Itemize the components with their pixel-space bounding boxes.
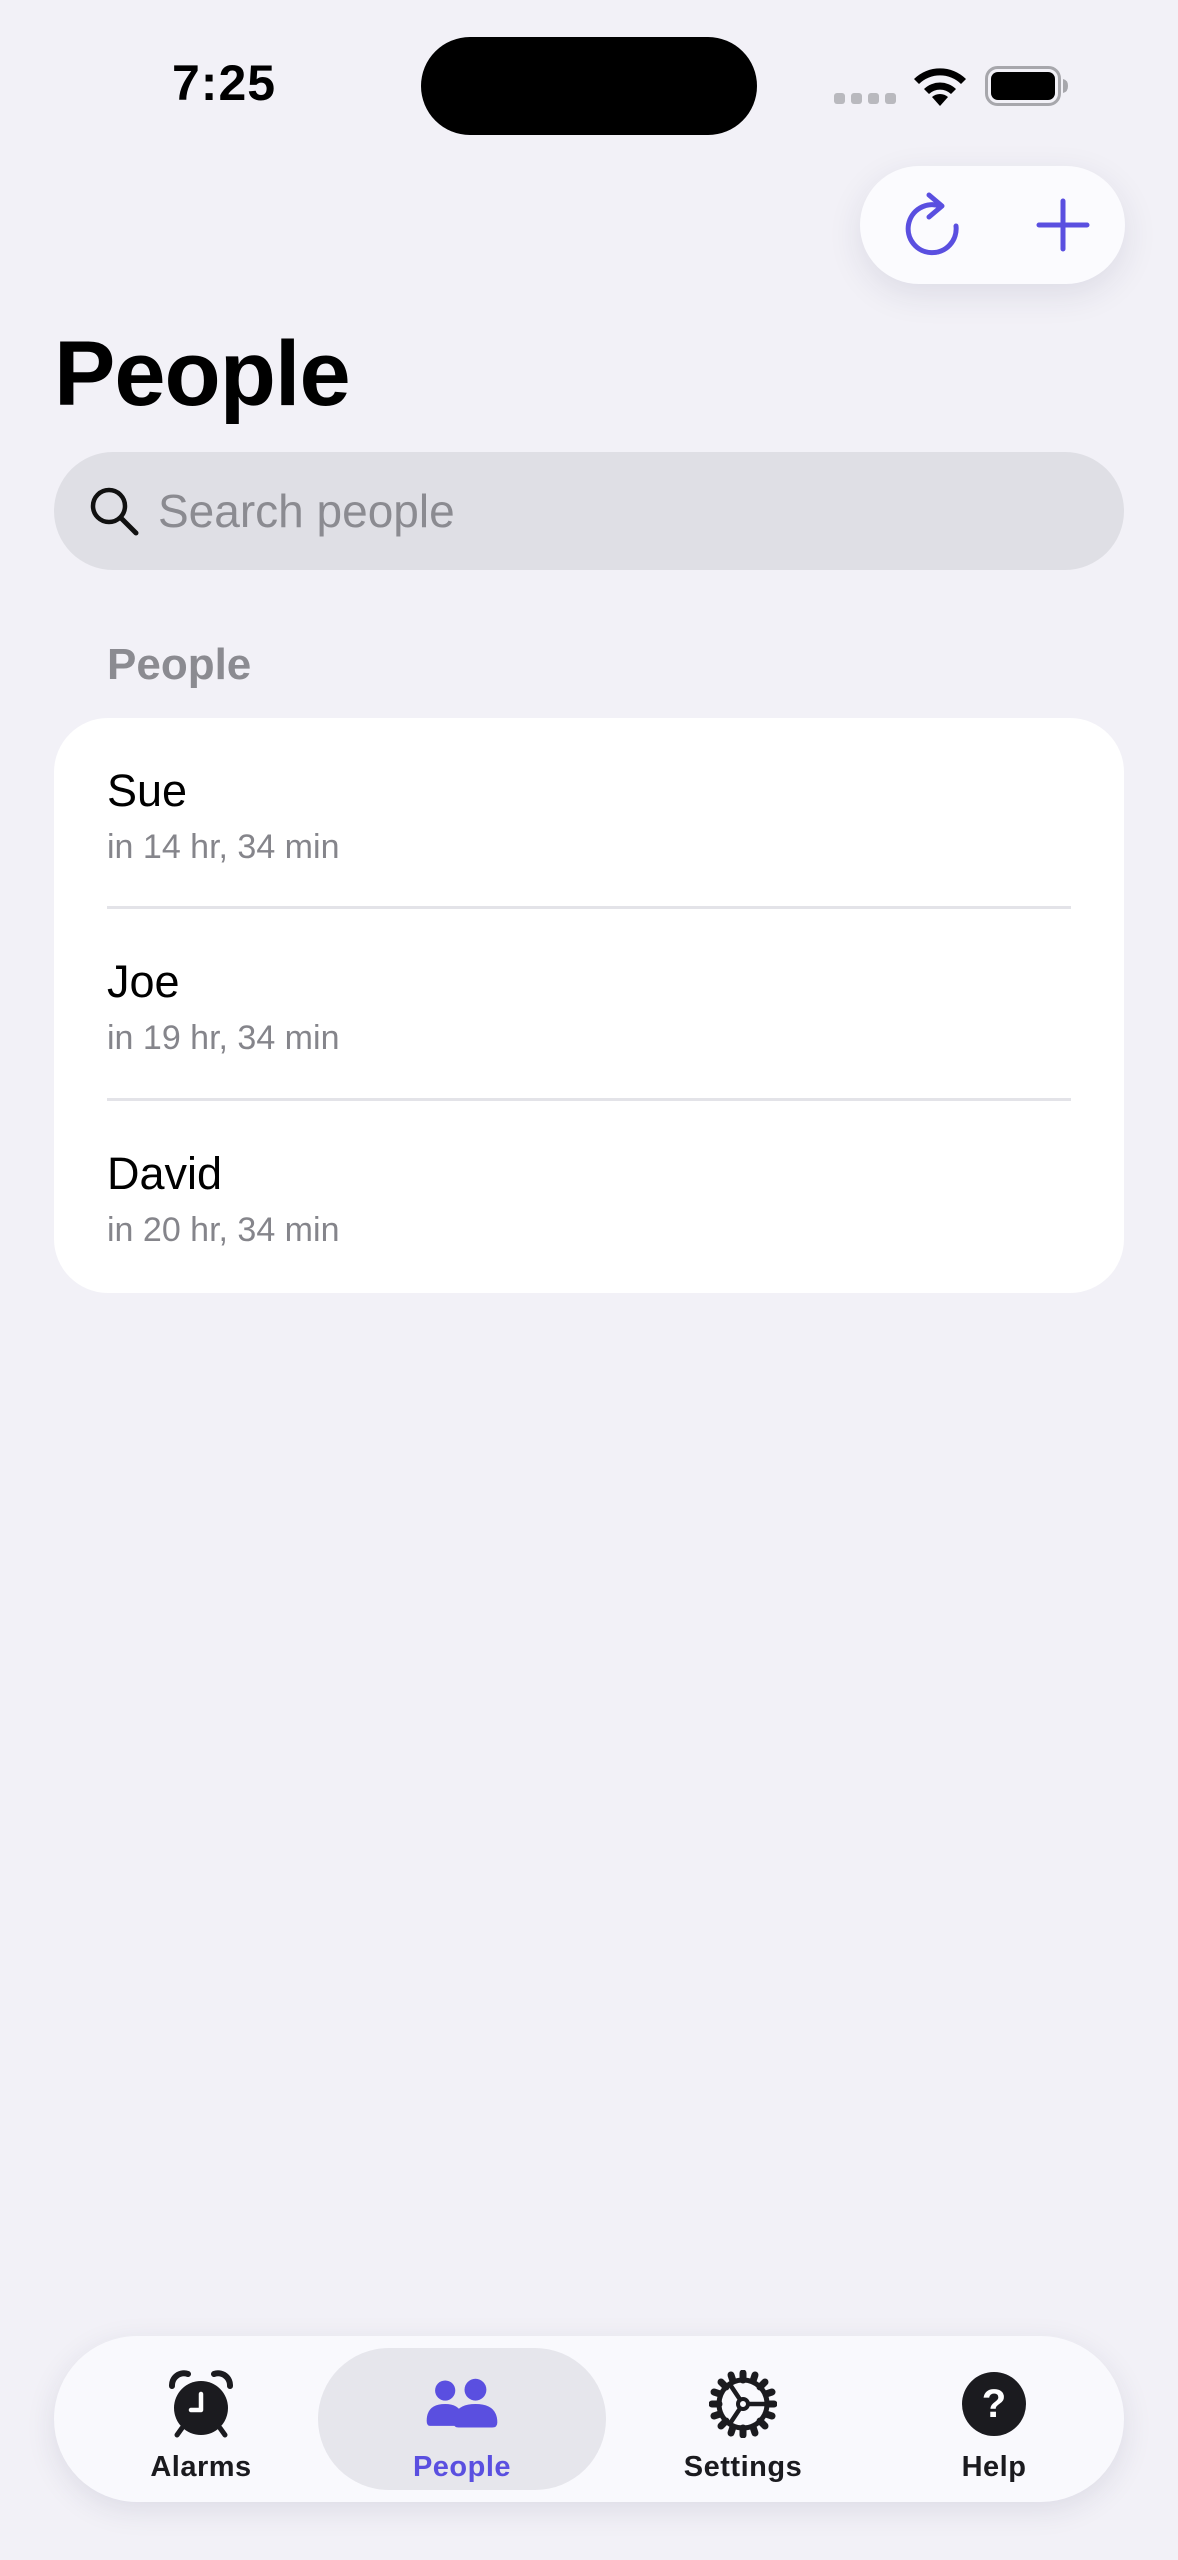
tab-label: People	[412, 2451, 512, 2483]
tab-help[interactable]: ? Help	[870, 2348, 1118, 2490]
gear-icon	[706, 2370, 780, 2438]
person-name: Joe	[107, 956, 180, 1007]
people-icon	[425, 2370, 499, 2438]
wifi-icon	[914, 68, 966, 106]
person-name: Sue	[107, 765, 188, 816]
tab-label: Settings	[683, 2451, 803, 2483]
tab-people[interactable]: People	[318, 2348, 606, 2490]
people-list: Sue in 14 hr, 34 min Joe in 19 hr, 34 mi…	[54, 718, 1124, 1293]
tab-bar: Alarms People Settings ? Help	[54, 2336, 1124, 2502]
tab-alarms[interactable]: Alarms	[77, 2348, 325, 2490]
tab-label: Alarms	[150, 2451, 252, 2483]
dynamic-island	[421, 37, 757, 135]
person-next-alarm: in 20 hr, 34 min	[107, 1211, 340, 1249]
page-title: People	[54, 323, 351, 425]
status-time: 7:25	[172, 55, 277, 111]
cellular-signal-icon	[834, 93, 896, 104]
battery-icon	[985, 66, 1068, 106]
svg-text:?: ?	[982, 2382, 1006, 2426]
search-bar[interactable]	[54, 452, 1124, 570]
people-screen: 7:25 People Search people People Sue in …	[0, 0, 1178, 2560]
toolbar-actions	[860, 166, 1125, 284]
refresh-button[interactable]	[894, 187, 970, 263]
list-item-david[interactable]: David in 20 hr, 34 min	[54, 1101, 1124, 1292]
alarm-clock-icon	[164, 2370, 238, 2438]
list-item-joe[interactable]: Joe in 19 hr, 34 min	[54, 909, 1124, 1100]
list-item-sue[interactable]: Sue in 14 hr, 34 min	[54, 718, 1124, 909]
person-name: David	[107, 1148, 223, 1199]
search-icon	[90, 487, 139, 536]
refresh-icon	[905, 192, 959, 256]
section-header: People	[107, 640, 252, 689]
tab-label: Help	[961, 2451, 1027, 2483]
add-person-button[interactable]	[1025, 187, 1101, 263]
person-next-alarm: in 14 hr, 34 min	[107, 828, 340, 866]
tab-settings[interactable]: Settings	[619, 2348, 867, 2490]
person-next-alarm: in 19 hr, 34 min	[107, 1019, 340, 1057]
plus-icon	[1036, 198, 1090, 252]
search-input[interactable]	[158, 452, 1058, 570]
help-icon: ?	[957, 2370, 1031, 2438]
